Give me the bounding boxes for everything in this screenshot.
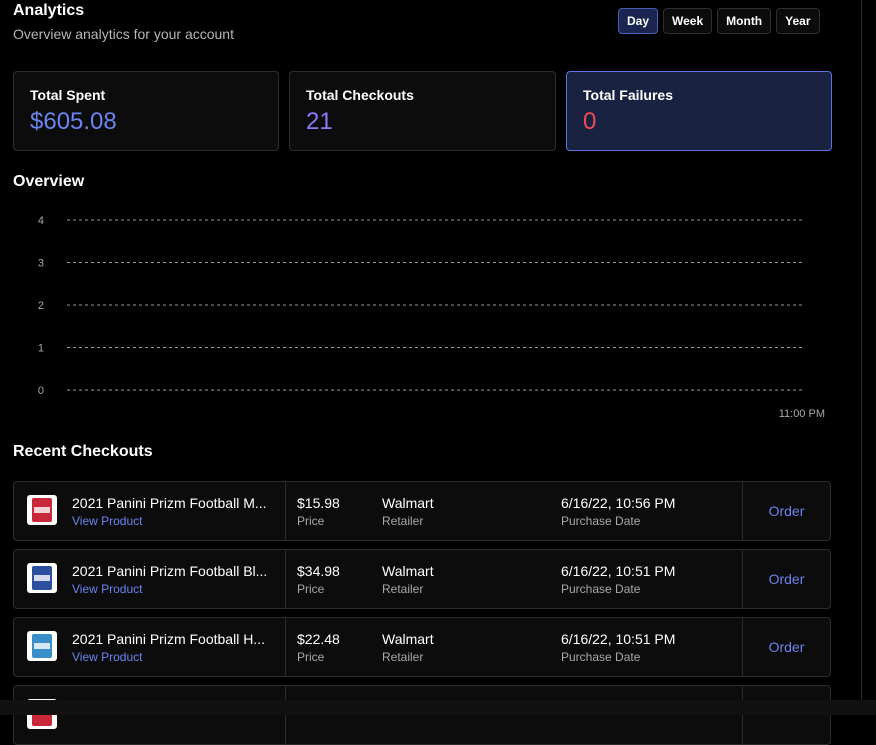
- purchase-date-label: Purchase Date: [561, 650, 641, 664]
- purchase-date-label: Purchase Date: [561, 582, 641, 596]
- product-package-icon: [32, 566, 52, 590]
- view-product-link[interactable]: View Product: [72, 582, 142, 596]
- overview-chart: 0 1 2 3 4 11:00 PM: [38, 215, 825, 420]
- row-divider: [285, 686, 286, 744]
- total-spent-card[interactable]: Total Spent $605.08: [13, 71, 279, 151]
- product-package-icon: [32, 498, 52, 522]
- purchase-date-value: 6/16/22, 10:51 PM: [561, 631, 676, 647]
- y-tick-label: 1: [38, 343, 44, 355]
- view-product-link[interactable]: View Product: [72, 514, 142, 528]
- total-spent-label: Total Spent: [30, 87, 106, 103]
- time-range-selector: Day Week Month Year: [618, 8, 820, 34]
- checkout-row: 2021 Panini Prizm Football H... View Pro…: [13, 617, 831, 677]
- order-link[interactable]: Order: [743, 482, 830, 540]
- total-checkouts-label: Total Checkouts: [306, 87, 414, 103]
- page-title: Analytics: [13, 2, 85, 19]
- row-divider: [742, 686, 743, 744]
- view-product-link[interactable]: View Product: [72, 650, 142, 664]
- total-checkouts-card[interactable]: Total Checkouts 21: [289, 71, 556, 151]
- total-failures-card[interactable]: Total Failures 0: [566, 71, 832, 151]
- price-value: $22.48: [297, 631, 340, 647]
- price-label: Price: [297, 582, 325, 596]
- price-value: $15.98: [297, 495, 340, 511]
- product-thumbnail: [27, 631, 57, 661]
- total-checkouts-value: 21: [306, 108, 333, 135]
- overview-title: Overview: [13, 173, 85, 190]
- row-divider: [285, 618, 286, 676]
- purchase-date-value: 6/16/22, 10:56 PM: [561, 495, 676, 511]
- row-divider: [285, 550, 286, 608]
- retailer-label: Retailer: [382, 514, 424, 528]
- x-tick-label: 11:00 PM: [779, 408, 825, 420]
- retailer-label: Retailer: [382, 582, 424, 596]
- checkout-row: 2021 Panini Prizm Football Bl... View Pr…: [13, 549, 831, 609]
- checkout-row: 2021 Panini Prizm Football M... View Pro…: [13, 481, 831, 541]
- y-tick-label: 0: [38, 385, 44, 397]
- order-link[interactable]: Order: [743, 618, 830, 676]
- retailer-value: Walmart: [382, 495, 434, 511]
- range-year-button[interactable]: Year: [776, 8, 820, 34]
- order-link[interactable]: Order: [743, 550, 830, 608]
- recent-checkouts-title: Recent Checkouts: [13, 443, 153, 460]
- price-label: Price: [297, 650, 325, 664]
- purchase-date-label: Purchase Date: [561, 514, 641, 528]
- product-thumbnail: [27, 563, 57, 593]
- page-subtitle: Overview analytics for your account: [13, 26, 234, 42]
- y-tick-label: 4: [38, 215, 44, 227]
- product-package-icon: [32, 634, 52, 658]
- range-month-button[interactable]: Month: [717, 8, 772, 34]
- product-name: 2021 Panini Prizm Football M...: [72, 495, 267, 511]
- range-week-button[interactable]: Week: [663, 8, 713, 34]
- range-day-button[interactable]: Day: [618, 8, 659, 34]
- retailer-label: Retailer: [382, 650, 424, 664]
- retailer-value: Walmart: [382, 563, 434, 579]
- purchase-date-value: 6/16/22, 10:51 PM: [561, 563, 676, 579]
- price-value: $34.98: [297, 563, 340, 579]
- bottom-scroll-area: [0, 700, 876, 715]
- retailer-value: Walmart: [382, 631, 434, 647]
- right-panel-divider: [861, 0, 862, 700]
- y-tick-label: 2: [38, 300, 44, 312]
- total-failures-label: Total Failures: [583, 87, 673, 103]
- product-name: 2021 Panini Prizm Football H...: [72, 631, 265, 647]
- y-tick-label: 3: [38, 258, 44, 270]
- total-failures-value: 0: [583, 108, 597, 135]
- checkout-row-partial: [13, 685, 831, 745]
- product-name: 2021 Panini Prizm Football Bl...: [72, 563, 268, 579]
- product-thumbnail: [27, 495, 57, 525]
- total-spent-value: $605.08: [30, 108, 117, 135]
- row-divider: [285, 482, 286, 540]
- price-label: Price: [297, 514, 325, 528]
